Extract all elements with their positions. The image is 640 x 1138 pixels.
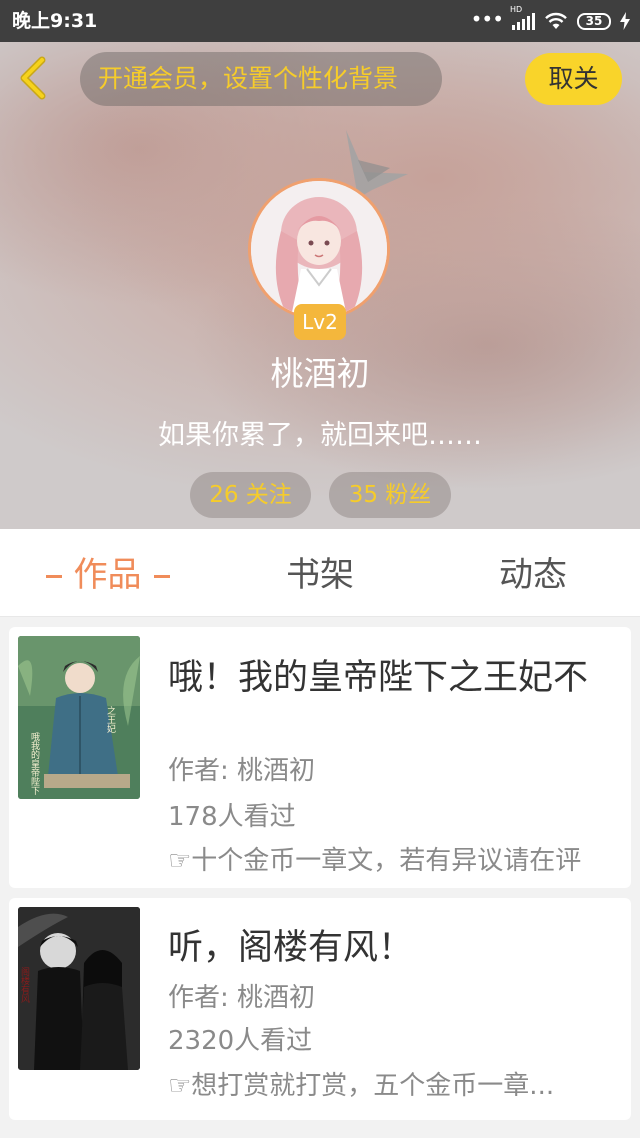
book-cover-image: 哦我的皇帝陛下 之王妃 <box>18 636 140 799</box>
cover-calligraphy: 哦我的皇帝陛下 <box>29 731 40 796</box>
cover-calligraphy-2: 之王妃 <box>105 705 116 734</box>
level-badge: Lv2 <box>294 304 346 340</box>
work-view-count: 2320人看过 <box>168 1026 313 1056</box>
work-card[interactable]: 哦我的皇帝陛下 之王妃 哦！我的皇帝陛下之王妃不 作者: 桃酒初 178人看过 … <box>9 627 631 888</box>
tab-activity-label: 动态 <box>499 555 567 595</box>
book-cover: 阁楼有风 <box>18 907 140 1070</box>
user-bio: 如果你累了，就回来吧…… <box>158 420 482 451</box>
avatar-image <box>251 181 387 317</box>
signal-icon: HD <box>510 6 535 30</box>
work-view-count: 178人看过 <box>168 802 296 832</box>
work-title: 听，阁楼有风！ <box>168 928 414 968</box>
work-title: 哦！我的皇帝陛下之王妃不 <box>168 658 589 698</box>
network-type-label: HD <box>510 5 523 14</box>
user-name: 桃酒初 <box>270 354 370 393</box>
profile-header: 开通会员，设置个性化背景 取关 Lv2 桃酒初 如果你累了，就回来吧…… 26 … <box>0 42 640 529</box>
chevron-left-icon <box>20 56 46 100</box>
tab-works[interactable]: 作品 <box>30 529 185 617</box>
status-time: 晚上9:31 <box>12 10 98 32</box>
work-author: 作者: 桃酒初 <box>168 756 316 786</box>
unfollow-button[interactable]: 取关 <box>525 53 622 105</box>
profile-tab-bar: 作品 书架 动态 <box>0 529 640 617</box>
tab-active-dash-right <box>153 575 170 578</box>
more-dots-icon: ••• <box>470 7 504 31</box>
status-icons: ••• HD 35 <box>471 0 630 42</box>
battery-icon: 35 <box>577 12 611 30</box>
back-button[interactable] <box>14 56 54 100</box>
tab-bookshelf-label: 书架 <box>286 555 354 595</box>
work-author: 作者: 桃酒初 <box>168 983 316 1013</box>
tab-works-label: 作品 <box>73 555 142 595</box>
work-card[interactable]: 阁楼有风 听，阁楼有风！ 作者: 桃酒初 2320人看过 ☞想打赏就打赏，五个金… <box>9 898 631 1120</box>
work-description: ☞十个金币一章文，若有异议请在评 <box>168 846 582 876</box>
tab-bookshelf[interactable]: 书架 <box>240 529 400 617</box>
charging-icon <box>620 12 630 30</box>
tab-active-dash-left <box>45 575 62 578</box>
book-cover-image: 阁楼有风 <box>18 907 140 1070</box>
tab-activity[interactable]: 动态 <box>453 529 613 617</box>
fans-count-button[interactable]: 35 粉丝 <box>329 472 451 518</box>
following-count-button[interactable]: 26 关注 <box>190 472 311 518</box>
wifi-icon <box>545 12 567 29</box>
book-cover: 哦我的皇帝陛下 之王妃 <box>18 636 140 799</box>
work-description: ☞想打赏就打赏，五个金币一章... <box>168 1071 555 1101</box>
status-bar: 晚上9:31 ••• HD 35 <box>0 0 640 42</box>
cover-calligraphy: 阁楼有风 <box>19 966 30 1004</box>
user-avatar[interactable] <box>248 178 390 320</box>
vip-upgrade-banner[interactable]: 开通会员，设置个性化背景 <box>80 52 442 106</box>
